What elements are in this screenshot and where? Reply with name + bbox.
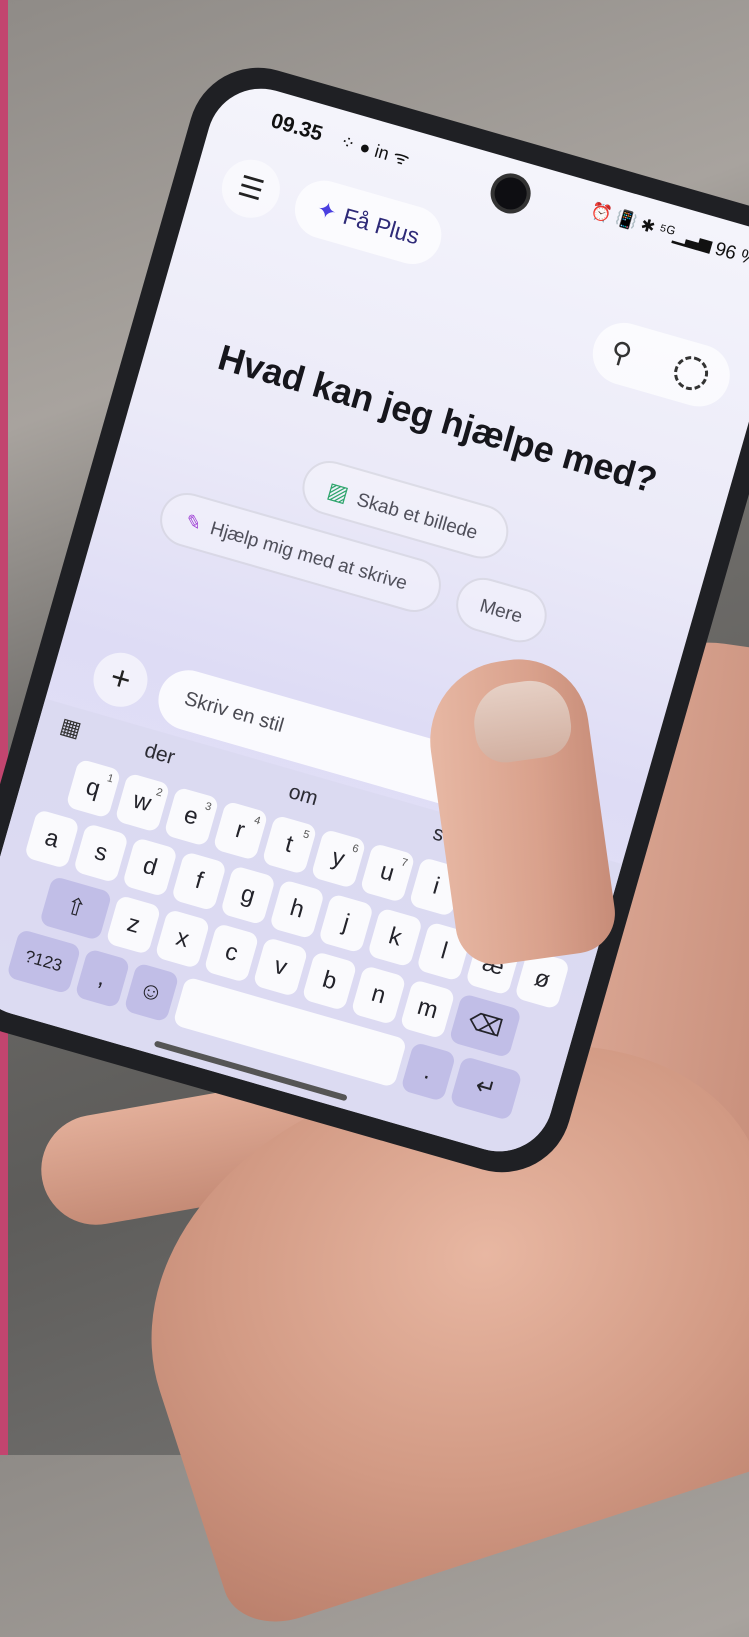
- key-q[interactable]: q1: [64, 758, 122, 819]
- attach-button[interactable]: +: [87, 646, 154, 714]
- key-v[interactable]: v: [252, 936, 309, 998]
- suggestion-more[interactable]: Mere: [449, 571, 554, 649]
- suggestion-label: Skab et billede: [354, 489, 480, 544]
- message-input-text: Skriv en stil: [181, 687, 287, 738]
- camera-cutout: [485, 168, 536, 219]
- key-s[interactable]: s: [72, 823, 129, 884]
- symbols-key[interactable]: ?123: [5, 928, 81, 995]
- key-t[interactable]: t5: [261, 814, 318, 875]
- notification-icons: ⁘ ● in ᯤ: [337, 130, 413, 170]
- key-b[interactable]: b: [301, 950, 358, 1012]
- status-time: 09.35: [268, 109, 326, 146]
- key-u[interactable]: u7: [359, 842, 416, 903]
- comma-key[interactable]: ,: [73, 948, 131, 1009]
- keyboard-apps-icon[interactable]: ▦: [57, 713, 84, 744]
- key-x[interactable]: x: [154, 908, 211, 969]
- key-h[interactable]: h: [268, 879, 326, 940]
- temporary-chat-icon[interactable]: [670, 352, 713, 395]
- status-bar: 09.35 ⁘ ● in ᯤ ⏰ 📳 ✱ ⁵ᴳ▁▃▅ 96 %: [210, 76, 749, 289]
- word-suggestion[interactable]: der: [142, 739, 178, 770]
- key-z[interactable]: z: [105, 894, 162, 955]
- key-k[interactable]: k: [367, 907, 424, 968]
- key-r[interactable]: r4: [211, 800, 269, 861]
- side-border: [0, 0, 8, 1455]
- key-e[interactable]: e3: [162, 786, 220, 847]
- get-plus-button[interactable]: ✦Få Plus: [288, 173, 449, 271]
- key-m[interactable]: m: [399, 979, 456, 1040]
- word-suggestion[interactable]: om: [286, 780, 320, 811]
- battery-level: 96 %: [712, 238, 749, 271]
- key-y[interactable]: y6: [310, 828, 367, 889]
- suggestion-label: Mere: [477, 595, 525, 628]
- menu-icon: ☰: [234, 169, 268, 207]
- key-g[interactable]: g: [219, 865, 277, 926]
- header-actions: ⚲: [585, 315, 738, 414]
- shift-key[interactable]: ⇧: [39, 875, 113, 941]
- enter-key[interactable]: ↵: [448, 1055, 523, 1121]
- backspace-key[interactable]: ⌫: [448, 993, 522, 1059]
- sparkle-icon: ✦: [313, 195, 340, 226]
- system-icons: ⏰ 📳 ✱ ⁵ᴳ▁▃▅: [588, 200, 715, 254]
- image-sparkle-icon: ▨: [324, 477, 352, 507]
- plus-icon: +: [105, 657, 136, 700]
- key-j[interactable]: j: [318, 893, 375, 954]
- emoji-key[interactable]: ☺: [122, 962, 180, 1023]
- key-f[interactable]: f: [170, 851, 228, 912]
- key-a[interactable]: a: [23, 808, 80, 870]
- get-plus-label: Få Plus: [340, 202, 423, 250]
- key-d[interactable]: d: [121, 837, 178, 898]
- key-n[interactable]: n: [350, 965, 407, 1026]
- menu-button[interactable]: ☰: [215, 152, 287, 225]
- key-w[interactable]: w2: [113, 772, 171, 833]
- period-key[interactable]: .: [399, 1041, 456, 1102]
- key-c[interactable]: c: [203, 922, 260, 984]
- add-person-icon[interactable]: ⚲: [607, 334, 636, 371]
- pen-icon: ✎: [182, 511, 204, 536]
